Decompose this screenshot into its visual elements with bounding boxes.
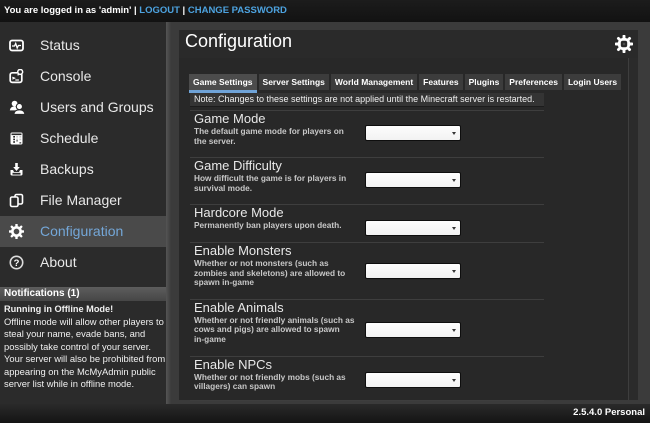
svg-text:?: ? — [14, 258, 20, 269]
